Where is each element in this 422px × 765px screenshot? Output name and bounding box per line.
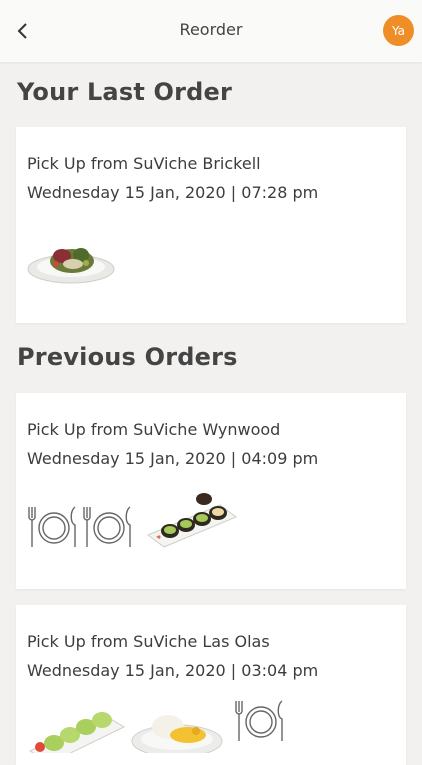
cutlery-plate-icon xyxy=(83,506,131,547)
page-title: Reorder xyxy=(179,20,243,39)
sushi-platter-image xyxy=(28,712,126,753)
app-header: Reorder Ya xyxy=(0,0,422,62)
order-datetime: Wednesday 15 Jan, 2020 | 03:04 pm xyxy=(27,661,319,680)
previous-orders-heading: Previous Orders xyxy=(17,343,238,371)
order-pickup-location: Pick Up from SuViche Las Olas xyxy=(27,632,270,651)
cutlery-plate-icon xyxy=(235,700,283,741)
order-datetime: Wednesday 15 Jan, 2020 | 04:09 pm xyxy=(27,449,319,468)
last-order-card[interactable]: Pick Up from SuViche Brickell Wednesday … xyxy=(16,127,406,323)
previous-order-card[interactable]: Pick Up from SuViche Las Olas Wednesday … xyxy=(16,605,406,765)
order-datetime: Wednesday 15 Jan, 2020 | 07:28 pm xyxy=(27,183,319,202)
previous-order-card[interactable]: Pick Up from SuViche Wynwood Wednesday 1… xyxy=(16,393,406,589)
last-order-heading: Your Last Order xyxy=(17,78,233,106)
cutlery-plate-icon xyxy=(28,506,76,547)
user-avatar[interactable]: Ya xyxy=(383,15,414,46)
rice-bowl-image xyxy=(131,715,223,753)
salad-bowl-image xyxy=(27,248,115,284)
sushi-rolls-image xyxy=(147,493,237,548)
order-pickup-location: Pick Up from SuViche Brickell xyxy=(27,154,261,173)
order-pickup-location: Pick Up from SuViche Wynwood xyxy=(27,420,281,439)
